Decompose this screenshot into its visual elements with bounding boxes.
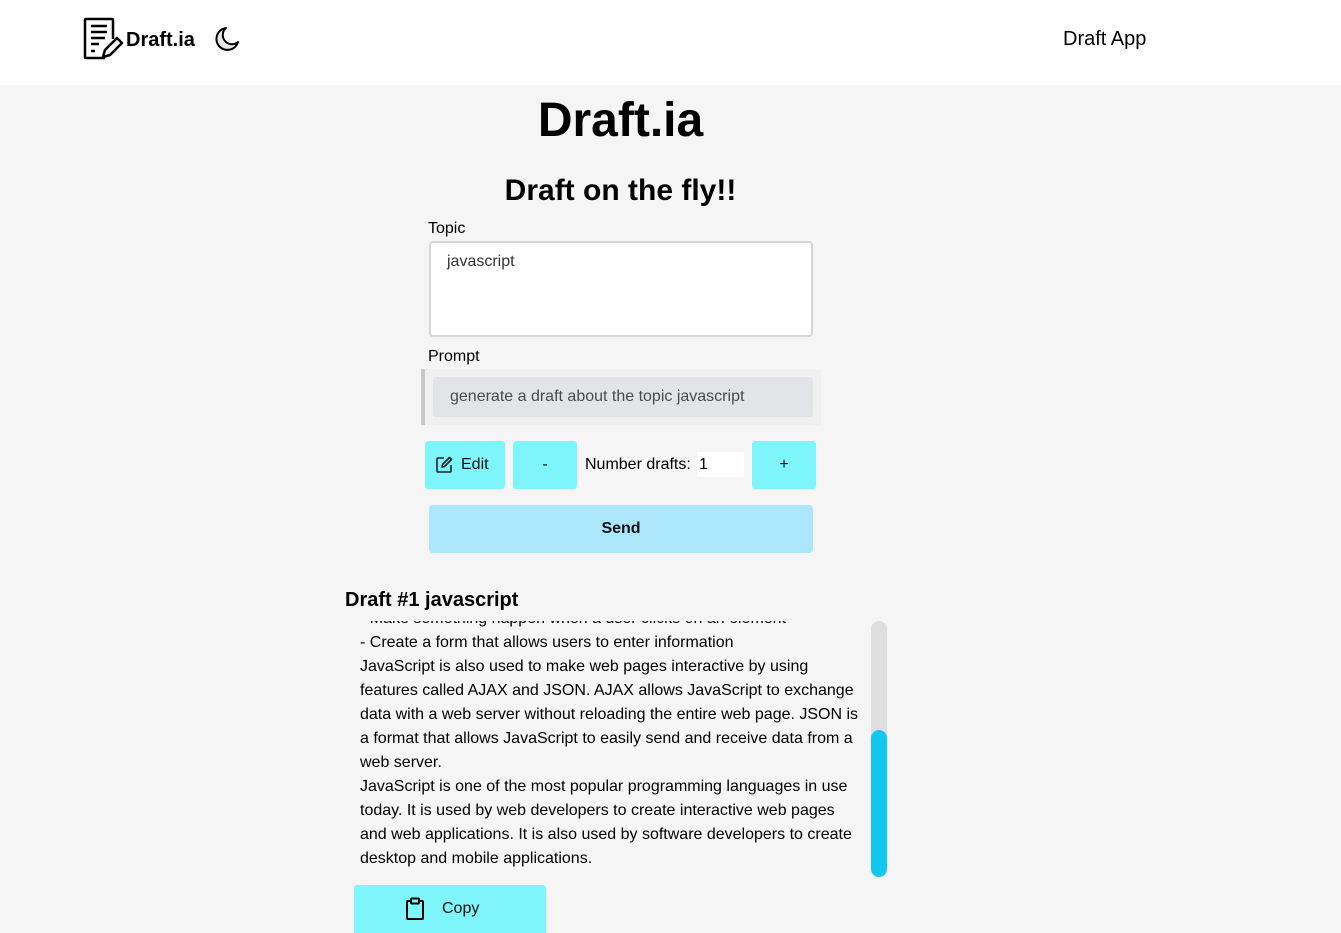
document-edit-icon[interactable]	[83, 17, 125, 61]
edit-button[interactable]: Edit	[425, 441, 505, 489]
page-subtitle: Draft on the fly!!	[504, 174, 737, 207]
draft-title: Draft #1 javascript	[345, 589, 519, 611]
page-title: Draft.ia	[537, 94, 704, 147]
topic-input[interactable]: javascript	[429, 241, 813, 337]
topic-label: Topic	[428, 220, 466, 237]
prompt-field[interactable]: generate a draft about the topic javascr…	[433, 377, 813, 417]
draft-text: - Make something happen when a user clic…	[360, 621, 859, 867]
increment-drafts-button[interactable]: +	[752, 441, 816, 489]
prompt-label: Prompt	[428, 348, 480, 365]
decrement-drafts-button[interactable]: -	[513, 441, 577, 489]
draft-content-area[interactable]: - Make something happen when a user clic…	[360, 621, 864, 875]
edit-button-label: Edit	[461, 456, 489, 473]
number-drafts-input[interactable]	[697, 452, 744, 477]
scrollbar-thumb[interactable]	[871, 730, 887, 877]
moon-icon[interactable]	[212, 24, 242, 54]
send-button[interactable]: Send	[429, 505, 813, 553]
brand-name[interactable]: Draft.ia	[126, 29, 195, 51]
clipboard-icon	[406, 897, 424, 920]
navbar: Draft.ia Draft App	[0, 0, 1341, 85]
edit-icon	[436, 456, 453, 473]
number-drafts-label: Number drafts:	[585, 456, 691, 473]
copy-button-label: Copy	[442, 900, 480, 917]
copy-button[interactable]: Copy	[354, 885, 546, 933]
nav-link-draft-app[interactable]: Draft App	[1063, 28, 1146, 50]
